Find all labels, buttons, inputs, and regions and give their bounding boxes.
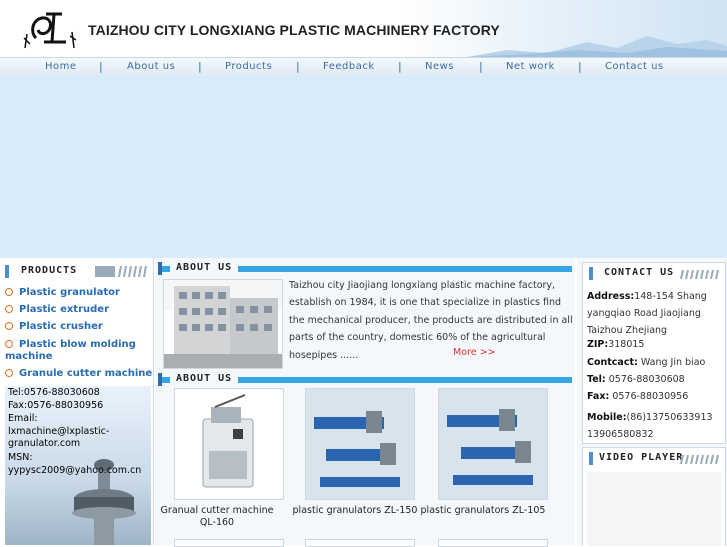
heading-stripes-decoration: [680, 455, 719, 464]
product-card-partial[interactable]: [305, 539, 415, 547]
product-card-granual-cutter[interactable]: [174, 388, 284, 500]
factory-photo: [163, 279, 283, 369]
heading-marker: [158, 373, 162, 386]
sidebar-email-label: Email:: [8, 413, 38, 424]
video-player-heading-label: VIDEO PLAYER: [599, 452, 684, 463]
product-card-partial[interactable]: [174, 539, 284, 547]
heading-marker: [589, 452, 593, 465]
products-section-heading-label: ABOUT US: [170, 373, 239, 384]
nav-separator: |: [578, 60, 582, 73]
zip-label: ZIP:: [587, 339, 609, 350]
product-link-label: Plastic granulator: [19, 287, 120, 298]
sidebar-email-link[interactable]: lxmachine@lxplastic-granulator.com: [8, 426, 128, 450]
product-link-label: Plastic crusher: [19, 321, 103, 332]
site-header: TAIZHOU CITY LONGXIANG PLASTIC MACHINERY…: [0, 0, 727, 57]
product-card-zl-150[interactable]: [305, 388, 415, 500]
product-caption[interactable]: plastic granulators ZL-150: [290, 505, 420, 517]
contact-mobile: Mobile:(86)13750633913 13906580832: [587, 409, 723, 443]
nav-news[interactable]: News: [425, 61, 454, 72]
bullet-icon: [5, 288, 13, 296]
product-link-plastic-extruder[interactable]: Plastic extruder: [5, 304, 109, 315]
nav-separator: |: [296, 60, 300, 73]
product-link-label: Plastic blow molding machine: [5, 339, 136, 362]
heading-marker: [5, 265, 9, 278]
nav-home[interactable]: Home: [45, 61, 77, 72]
contact-zip: ZIP:318015: [587, 339, 644, 350]
company-logo: [23, 12, 77, 49]
bullet-icon: [5, 340, 13, 348]
nav-contact-us[interactable]: Contact us: [605, 61, 664, 72]
contact-value: Wang Jin biao: [640, 357, 706, 368]
nav-network[interactable]: Net work: [506, 61, 555, 72]
product-link-label: Plastic extruder: [19, 304, 110, 315]
contact-person: Contcact: Wang Jin biao: [587, 357, 705, 368]
nav-separator: |: [198, 60, 202, 73]
sidebar-contact-box: Tel:0576-88030608 Fax:0576-88030956 Emai…: [5, 386, 151, 545]
bullet-icon: [5, 322, 13, 330]
video-player-box: VIDEO PLAYER: [582, 447, 726, 546]
bullet-icon: [5, 369, 13, 377]
bullet-icon: [5, 305, 13, 313]
sidebar-msn: yypysc2009@yahoo.com.cn: [8, 465, 142, 476]
product-link-label: Granule cutter machine: [19, 368, 153, 379]
contact-us-heading: CONTACT US: [583, 263, 725, 285]
products-section-heading: ABOUT US: [158, 373, 572, 386]
contact-us-box: CONTACT US Address:148-154 Shang yangqia…: [582, 262, 726, 444]
banner-area: [0, 78, 727, 258]
heading-marker: [158, 262, 162, 275]
about-us-heading: ABOUT US: [158, 262, 572, 275]
mobile-label: Mobile:: [587, 412, 627, 423]
header-mountains-image: [467, 36, 727, 57]
products-heading: PRODUCTS: [5, 265, 147, 279]
nav-products[interactable]: Products: [225, 61, 272, 72]
fax-value: 0576-88030956: [612, 391, 689, 402]
address-label: Address:: [587, 291, 635, 302]
plastic-granulator-zl-150-image: [306, 389, 414, 499]
product-link-plastic-blow-molding-machine[interactable]: Plastic blow molding machine: [5, 339, 145, 363]
nav-separator: |: [398, 60, 402, 73]
contact-us-heading-label: CONTACT US: [604, 267, 675, 278]
video-player[interactable]: [587, 472, 721, 546]
products-heading-label: PRODUCTS: [21, 265, 78, 276]
main-navbar: Home | About us | Products | Feedback | …: [0, 57, 727, 79]
more-link[interactable]: More >>: [453, 347, 496, 358]
site-title: TAIZHOU CITY LONGXIANG PLASTIC MACHINERY…: [88, 22, 500, 38]
sidebar-msn-label: MSN:: [8, 452, 33, 463]
about-us-heading-label: ABOUT US: [170, 262, 239, 273]
product-link-plastic-granulator[interactable]: Plastic granulator: [5, 287, 120, 298]
plastic-granulator-zl-105-image: [439, 389, 547, 499]
contact-tel: Tel: 0576-88030608: [587, 374, 685, 385]
heading-stripes-decoration: [95, 266, 147, 277]
heading-marker: [589, 267, 593, 280]
nav-separator: |: [99, 60, 103, 73]
tel-label: Tel:: [587, 374, 606, 385]
contact-fax: Fax: 0576-88030956: [587, 391, 688, 402]
heading-stripes-decoration: [680, 270, 719, 279]
about-description: Taizhou city Jiaojiang longxiang plastic…: [289, 280, 573, 361]
product-caption[interactable]: Granual cutter machine QL-160: [152, 505, 282, 529]
product-link-plastic-crusher[interactable]: Plastic crusher: [5, 321, 103, 332]
granual-cutter-machine-image: [175, 389, 283, 499]
product-caption[interactable]: plastic granulators ZL-105: [418, 505, 548, 517]
product-card-zl-105[interactable]: [438, 388, 548, 500]
tel-value: 0576-88030608: [608, 374, 685, 385]
contact-address: Address:148-154 Shang yangqiao Road Jiao…: [587, 288, 723, 339]
nav-feedback[interactable]: Feedback: [323, 61, 375, 72]
contact-label: Contcact:: [587, 357, 638, 368]
sidebar-tel: Tel:0576-88030608: [8, 387, 100, 398]
sidebar-fax: Fax:0576-88030956: [8, 400, 104, 411]
nav-about-us[interactable]: About us: [127, 61, 175, 72]
product-card-partial[interactable]: [438, 539, 548, 547]
zip-value: 318015: [608, 339, 645, 350]
fax-label: Fax:: [587, 391, 610, 402]
nav-separator: |: [479, 60, 483, 73]
product-link-granule-cutter-machine[interactable]: Granule cutter machine: [5, 368, 152, 379]
video-player-heading: VIDEO PLAYER: [583, 448, 725, 470]
